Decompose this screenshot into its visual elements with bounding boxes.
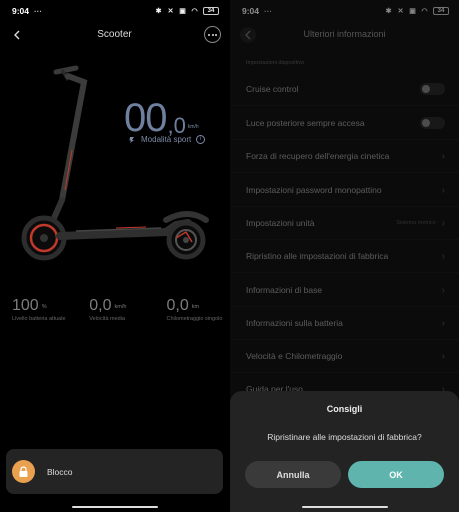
bluetooth-icon: ✱ xyxy=(155,8,162,15)
stat-trip-distance: 0,0 km Chilometraggio singolo xyxy=(166,298,223,323)
stat-value: 0,0 xyxy=(166,297,189,314)
stat-label: Velocità media xyxy=(89,316,126,322)
speed-unit: km/h xyxy=(187,124,199,130)
stat-battery: 100% Livello batteria attuale xyxy=(12,298,89,323)
driving-mode-label: Modalità sport xyxy=(141,135,192,144)
battery-icon: 34 xyxy=(203,7,219,15)
stat-value: 100 xyxy=(12,297,39,314)
lock-button[interactable]: Blocco xyxy=(6,449,223,494)
lock-icon xyxy=(12,460,35,483)
reset-confirm-dialog: Consigli Ripristinare alle impostazioni … xyxy=(230,391,459,512)
home-indicator[interactable] xyxy=(71,506,158,508)
status-more-dots: ··· xyxy=(34,6,43,16)
wifi-icon: ◠ xyxy=(191,8,198,15)
stat-unit: km/h xyxy=(114,304,127,310)
status-bar: 9:04 ··· ✱ ✕ ▣ ◠ 34 xyxy=(0,0,229,22)
home-indicator[interactable] xyxy=(301,506,388,508)
ok-button[interactable]: OK xyxy=(348,461,444,488)
sim-icon: ▣ xyxy=(179,8,186,15)
speed-display: 00 ,0 km/h xyxy=(124,94,199,138)
scooter-image xyxy=(21,65,209,261)
speed-integer: 00 xyxy=(124,96,167,140)
dialog-title: Consigli xyxy=(326,404,363,414)
dialog-message: Ripristinare alle impostazioni di fabbri… xyxy=(267,432,422,442)
stat-label: Livello batteria attuale xyxy=(12,316,66,322)
stat-unit: % xyxy=(41,304,47,310)
stat-label: Chilometraggio singolo xyxy=(166,316,223,322)
info-icon[interactable]: i xyxy=(196,135,206,144)
stat-unit: km xyxy=(191,304,200,310)
top-bar: Scooter xyxy=(0,26,229,44)
more-info-screen: 9:04 ··· ✱ ✕ ▣ ◠ 34 Ulteriori informazio… xyxy=(230,0,459,512)
scooter-screen: 9:04 ··· ✱ ✕ ▣ ◠ 34 Scooter 00 ,0 km/h M… xyxy=(0,0,229,512)
stat-avg-speed: 0,0 km/h Velocità media xyxy=(89,298,166,323)
cancel-button[interactable]: Annulla xyxy=(245,461,341,488)
mute-icon: ✕ xyxy=(167,8,174,15)
stat-value: 0,0 xyxy=(89,297,112,314)
stats-row: 100% Livello batteria attuale 0,0 km/h Ve… xyxy=(12,298,223,323)
page-title: Scooter xyxy=(97,29,132,40)
driving-mode[interactable]: Modalità sport i xyxy=(128,135,206,144)
lock-label: Blocco xyxy=(47,466,73,477)
more-options-button[interactable] xyxy=(204,26,221,43)
sport-mode-icon xyxy=(129,136,134,143)
status-time: 9:04 xyxy=(12,6,30,16)
